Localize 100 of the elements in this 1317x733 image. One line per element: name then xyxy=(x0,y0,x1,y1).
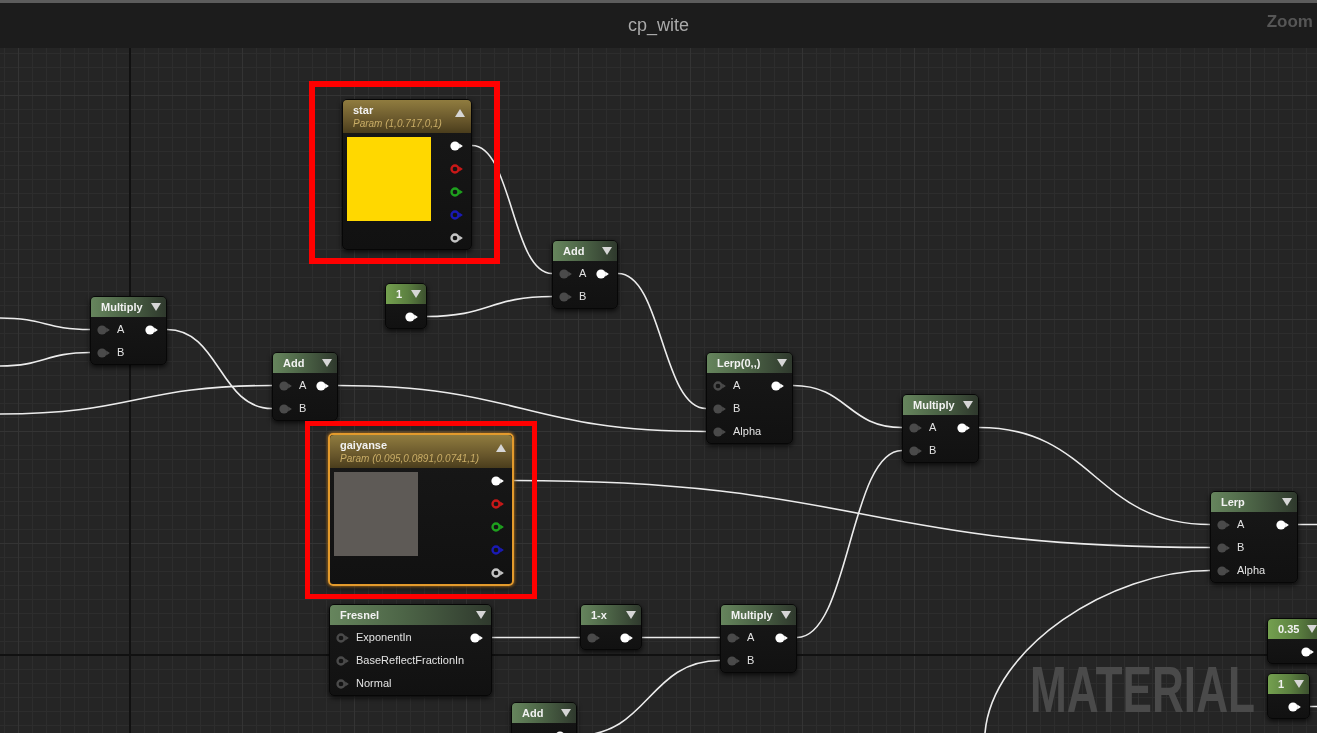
pin-label: B xyxy=(929,444,937,457)
input-pin-icon[interactable] xyxy=(559,268,572,279)
graph-node[interactable]: Multiply A B xyxy=(902,394,979,463)
input-pin-icon[interactable] xyxy=(909,422,922,433)
caret-down-icon[interactable] xyxy=(476,611,486,619)
node-title: Multiply xyxy=(731,608,773,622)
output-pin-icon[interactable] xyxy=(620,632,633,643)
input-pin-icon[interactable] xyxy=(97,347,110,358)
pin-label: Normal xyxy=(356,677,392,690)
pin-label: A xyxy=(929,421,937,434)
pin-label: A xyxy=(747,631,755,644)
node-title: Fresnel xyxy=(340,608,380,622)
node-title: gaiyanse xyxy=(340,439,389,452)
caret-up-icon[interactable] xyxy=(455,109,465,117)
graph-node[interactable]: gaiyanse Param (0.095,0.0891,0.0741,1) xyxy=(328,433,514,586)
input-pin-icon[interactable] xyxy=(727,632,740,643)
node-subtitle: Param (1,0.717,0,1) xyxy=(353,117,442,130)
output-pin-icon[interactable] xyxy=(1301,646,1314,657)
node-title: Lerp xyxy=(1221,495,1245,509)
input-pin-icon[interactable] xyxy=(727,655,740,666)
node-title: 1 xyxy=(1278,677,1285,691)
node-subtitle: Param (0.095,0.0891,0.0741,1) xyxy=(340,452,479,465)
caret-up-icon[interactable] xyxy=(496,444,506,452)
output-pin-icon[interactable] xyxy=(957,422,970,433)
node-title: Multiply xyxy=(101,300,143,314)
input-pin-icon[interactable] xyxy=(909,445,922,456)
caret-down-icon[interactable] xyxy=(1282,498,1292,506)
node-title: Add xyxy=(563,244,585,258)
output-pin-icon[interactable] xyxy=(450,232,463,243)
output-pin-icon[interactable] xyxy=(1276,519,1289,530)
pin-label: B xyxy=(1237,541,1245,554)
pin-label: B xyxy=(747,654,755,667)
node-title: star xyxy=(353,104,375,117)
pin-label: B xyxy=(299,402,307,415)
input-pin-icon[interactable] xyxy=(336,678,349,689)
output-pin-icon[interactable] xyxy=(450,140,463,151)
caret-down-icon[interactable] xyxy=(151,303,161,311)
caret-down-icon[interactable] xyxy=(411,290,421,298)
output-pin-icon[interactable] xyxy=(405,311,418,322)
pin-label: A xyxy=(733,379,741,392)
output-pin-icon[interactable] xyxy=(491,567,504,578)
input-pin-icon[interactable] xyxy=(279,403,292,414)
graph-node[interactable]: Multiply A B xyxy=(720,604,797,673)
input-pin-icon[interactable] xyxy=(713,403,726,414)
graph-node[interactable]: Add A B xyxy=(272,352,338,421)
node-title: Add xyxy=(522,706,544,720)
input-pin-icon[interactable] xyxy=(1217,565,1230,576)
pin-label: Alpha xyxy=(1237,564,1266,577)
input-pin-icon[interactable] xyxy=(336,632,349,643)
graph-node[interactable]: Lerp A B Alpha xyxy=(1210,491,1298,583)
caret-down-icon[interactable] xyxy=(626,611,636,619)
node-title: Add xyxy=(283,356,305,370)
pin-label: B xyxy=(733,402,741,415)
input-pin-icon[interactable] xyxy=(1217,542,1230,553)
output-pin-icon[interactable] xyxy=(491,475,504,486)
input-pin-icon[interactable] xyxy=(279,380,292,391)
node-title: 0.35 xyxy=(1278,622,1300,636)
caret-down-icon[interactable] xyxy=(602,247,612,255)
pin-label: B xyxy=(117,346,125,359)
input-pin-icon[interactable] xyxy=(713,380,726,391)
pin-label: Alpha xyxy=(733,425,762,438)
wire xyxy=(1297,523,1317,526)
input-pin-icon[interactable] xyxy=(713,426,726,437)
output-pin-icon[interactable] xyxy=(470,632,483,643)
output-pin-icon[interactable] xyxy=(596,268,609,279)
caret-down-icon[interactable] xyxy=(777,359,787,367)
node-title: 1-x xyxy=(591,608,607,622)
output-pin-icon[interactable] xyxy=(316,380,329,391)
graph-node[interactable]: star Param (1,0.717,0,1) xyxy=(342,99,472,250)
input-pin-icon[interactable] xyxy=(587,632,600,643)
graph-node[interactable]: Multiply A B xyxy=(90,296,167,365)
input-pin-icon[interactable] xyxy=(1217,519,1230,530)
caret-down-icon[interactable] xyxy=(322,359,332,367)
input-pin-icon[interactable] xyxy=(559,291,572,302)
caret-down-icon[interactable] xyxy=(781,611,791,619)
graph-node[interactable]: Add xyxy=(511,702,577,733)
caret-down-icon[interactable] xyxy=(1307,625,1317,633)
caret-down-icon[interactable] xyxy=(963,401,973,409)
zoom-label: Zoom xyxy=(1266,12,1313,32)
pin-label: B xyxy=(579,290,587,303)
input-pin-icon[interactable] xyxy=(336,655,349,666)
pin-label: BaseReflectFractionIn xyxy=(356,654,465,667)
output-pin-icon[interactable] xyxy=(1288,701,1301,712)
caret-down-icon[interactable] xyxy=(561,709,571,717)
caret-down-icon[interactable] xyxy=(1294,680,1304,688)
input-pin-icon[interactable] xyxy=(97,324,110,335)
graph-node[interactable]: 0.35 xyxy=(1267,618,1317,664)
graph-node[interactable]: Fresnel ExponentIn BaseReflectFractionIn Normal xyxy=(329,604,492,696)
pin-label: ExponentIn xyxy=(356,631,412,644)
graph-node[interactable]: 1-x xyxy=(580,604,642,650)
node-title: 1 xyxy=(396,287,403,301)
document-title: cp_wite xyxy=(628,15,689,36)
output-pin-icon[interactable] xyxy=(145,324,158,335)
graph-node[interactable]: Lerp(0,,) A B Alpha xyxy=(706,352,793,444)
output-pin-icon[interactable] xyxy=(775,632,788,643)
pin-label: A xyxy=(299,379,307,392)
graph-node[interactable]: Add A B xyxy=(552,240,618,309)
node-title: Lerp(0,,) xyxy=(717,356,761,370)
node-title: Multiply xyxy=(913,398,955,412)
output-pin-icon[interactable] xyxy=(771,380,784,391)
